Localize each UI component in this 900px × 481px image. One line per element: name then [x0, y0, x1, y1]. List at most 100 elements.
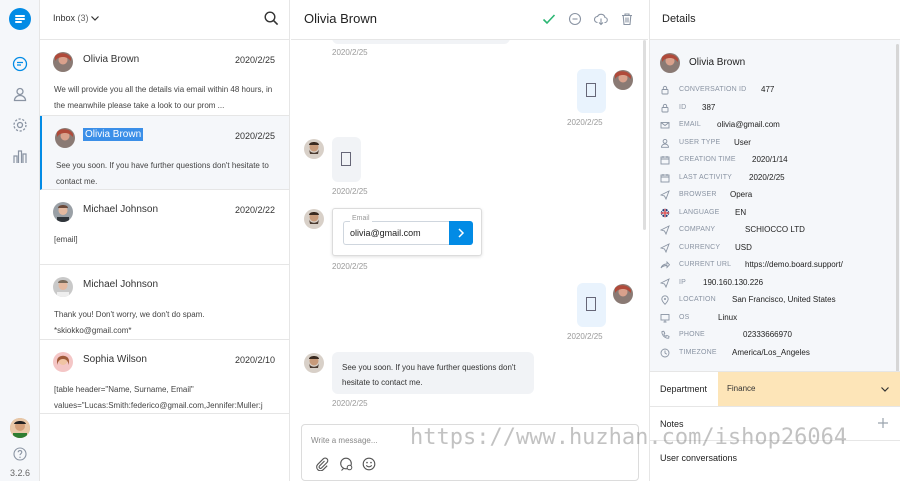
conversation-item[interactable]: Michael Johnson 2020/2/22 [email] [40, 190, 289, 265]
detail-label: ID [679, 103, 687, 111]
detail-label: Timezone [679, 348, 717, 356]
detail-row: Current URL https://demo.board.support/ [660, 260, 900, 272]
bar-chart-icon[interactable] [12, 148, 28, 164]
message-preview: [email] [54, 235, 78, 244]
detail-row: ID 387 [660, 103, 900, 115]
clock-icon [660, 348, 670, 357]
chevron-down-icon [881, 387, 889, 392]
avatar[interactable] [10, 418, 30, 438]
inbox-dropdown[interactable]: Inbox (3) [53, 13, 89, 23]
conversation-item[interactable]: Sophia Wilson 2020/2/10 [table header="N… [40, 340, 289, 414]
conversation-date: 2020/2/25 [234, 55, 275, 65]
detail-row: Timezone America/Los_Angeles [660, 348, 900, 360]
conversation-list: Inbox (3) Olivia Brown 2020/2/25 We will… [40, 0, 290, 481]
detail-label: OS [679, 313, 690, 321]
check-icon[interactable] [542, 12, 556, 26]
search-icon[interactable] [264, 11, 279, 26]
uk-flag-icon [660, 208, 670, 217]
detail-value: USD [735, 242, 752, 252]
message-area: 2020/2/25 2020/2/25 2020/2/25 olivia@gma… [291, 40, 648, 420]
chat-header: Olivia Brown [291, 0, 648, 40]
detail-label: Currency [679, 243, 721, 251]
message-composer[interactable]: Write a message... [301, 424, 639, 481]
detail-row: OS Linux [660, 313, 900, 325]
image-placeholder-icon [586, 83, 596, 97]
message-timestamp: 2020/2/25 [567, 332, 603, 341]
share-icon [660, 260, 670, 269]
cloud-download-icon[interactable] [594, 12, 608, 26]
message-input[interactable]: Write a message... [311, 436, 378, 445]
detail-row: User type User [660, 138, 900, 150]
chevron-down-icon[interactable] [90, 13, 100, 23]
trash-icon[interactable] [620, 12, 634, 26]
lock-icon [661, 103, 669, 112]
detail-row: Last activity 2020/2/25 [660, 173, 900, 185]
detail-row: Language EN [660, 208, 900, 220]
user-icon[interactable] [12, 86, 28, 102]
detail-label: User type [679, 138, 721, 146]
email-field[interactable]: olivia@gmail.com [343, 221, 449, 245]
chevron-right-icon [458, 228, 465, 238]
attachment-icon[interactable] [315, 457, 329, 471]
chat-icon[interactable] [12, 56, 28, 72]
inbox-label: Inbox [53, 13, 76, 23]
details-header: Details [650, 0, 900, 40]
message-bubble [332, 137, 361, 182]
scrollbar[interactable] [896, 44, 899, 374]
chat-bubble-icon[interactable] [339, 457, 353, 471]
contact-name: Olivia Brown [83, 54, 140, 65]
detail-value: olivia@gmail.com [717, 120, 780, 129]
calendar-icon [660, 156, 670, 165]
send-icon [660, 190, 670, 200]
detail-value: 387 [702, 102, 716, 112]
details-panel: Details Olivia Brown Conversation ID 477 I… [649, 0, 900, 481]
user-conversations-label: User conversations [660, 453, 738, 463]
emoji-icon[interactable] [362, 457, 376, 471]
conversation-date: 2020/2/25 [234, 131, 275, 141]
contact-name: Olivia Brown [83, 128, 144, 141]
calendar-icon [660, 173, 670, 182]
conversation-item[interactable]: Michael Johnson Thank you! Don't worry, … [40, 265, 289, 340]
envelope-icon [660, 122, 670, 129]
detail-value: EN [735, 207, 747, 217]
gear-icon[interactable] [12, 117, 28, 133]
detail-label: Current URL [679, 261, 732, 268]
conversation-date: 2020/2/10 [234, 355, 275, 365]
avatar [53, 277, 73, 297]
detail-row: Conversation ID 477 [660, 85, 900, 97]
message-preview: Thank you! Don't worry, we don't do spam… [54, 310, 205, 335]
send-icon [660, 277, 670, 288]
department-select[interactable]: Finance [718, 372, 900, 406]
phone-icon [661, 330, 670, 339]
detail-value: Opera [730, 190, 753, 199]
user-icon [661, 138, 669, 148]
minus-circle-icon[interactable] [568, 12, 582, 26]
user-name: Olivia Brown [689, 57, 746, 68]
conversation-item[interactable]: Olivia Brown 2020/2/25 See you soon. If … [40, 116, 289, 190]
message-timestamp: 2020/2/25 [332, 399, 368, 408]
image-placeholder-icon [586, 297, 596, 311]
detail-value: SCHIOCCO LTD [745, 225, 805, 234]
submit-email-button[interactable] [449, 221, 473, 245]
department-row: Department Finance [650, 371, 900, 407]
conversation-date: 2020/2/22 [234, 205, 275, 215]
list-header: Inbox (3) [40, 0, 289, 40]
message-bubble: See you soon. If you have further questi… [332, 352, 534, 394]
app-logo[interactable] [9, 8, 31, 30]
message-bubble [332, 40, 510, 44]
chat-panel: Olivia Brown 2020/2/25 2020/2/25 2020/2/… [291, 0, 648, 481]
avatar [304, 353, 324, 373]
avatar [304, 139, 324, 159]
avatar [53, 352, 73, 372]
detail-value: 190.160.130.226 [703, 277, 764, 287]
conversation-item[interactable]: Olivia Brown 2020/2/25 We will provide y… [40, 40, 289, 116]
plus-icon[interactable] [877, 417, 889, 429]
message-timestamp: 2020/2/25 [332, 48, 368, 57]
avatar [613, 70, 633, 90]
help-icon[interactable] [13, 447, 27, 461]
detail-label: Phone [679, 331, 705, 338]
email-form-card: olivia@gmail.com Email [332, 208, 482, 256]
avatar [55, 128, 75, 148]
left-rail: 3.2.6 [0, 0, 40, 481]
scrollbar[interactable] [643, 40, 646, 230]
